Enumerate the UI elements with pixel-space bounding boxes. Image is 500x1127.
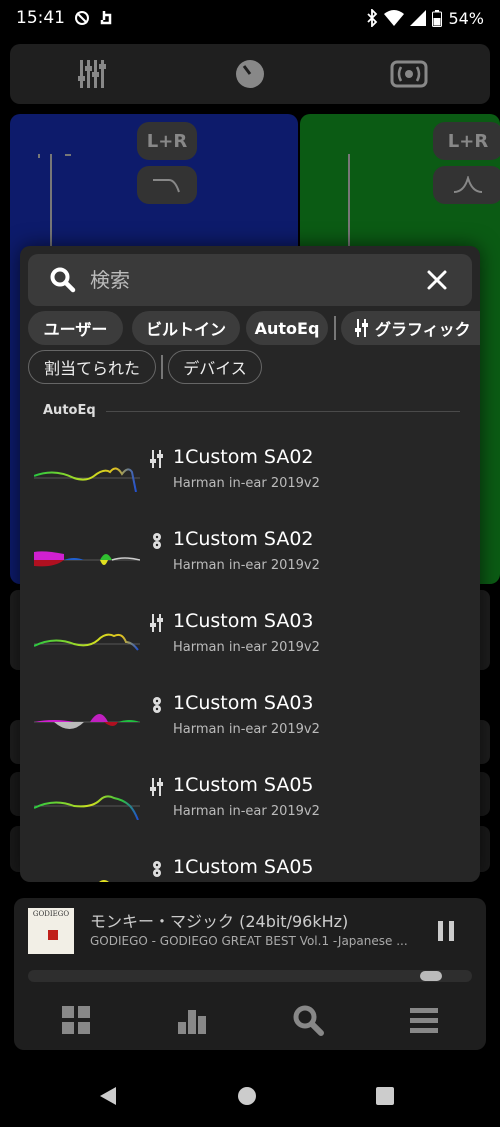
- lowpass-icon: [153, 179, 180, 193]
- search-input[interactable]: [90, 266, 410, 294]
- graphic-eq-icon: [150, 614, 163, 632]
- preset-list-item[interactable]: 1Custom SA03 Harman in-ear 2019v2: [20, 686, 480, 766]
- knob-icon[interactable]: [234, 58, 266, 90]
- parametric-eq-icon: [153, 861, 161, 877]
- chip-separator: [334, 316, 336, 340]
- system-navigation-bar: [0, 1068, 500, 1124]
- preset-list-item[interactable]: 1Custom SA05 Harman in-ear 2019v2: [20, 768, 480, 848]
- track-artist: GODIEGO - GODIEGO GREAT BEST Vol.1 -Japa…: [90, 934, 408, 948]
- preset-picker-dialog: ユーザー ビルトイン AutoEq グラフィック 割当てられた デバイス Aut…: [20, 246, 480, 882]
- graphic-eq-icon: [150, 450, 163, 468]
- recents-icon[interactable]: [375, 1086, 395, 1106]
- preset-subtitle: Harman in-ear 2019v2: [173, 722, 320, 737]
- graphic-eq-icon: [355, 319, 368, 337]
- eq-curve-thumbnail: [34, 551, 140, 567]
- status-time: 15:41: [16, 8, 65, 28]
- grid-icon[interactable]: [60, 1004, 92, 1036]
- mini-player[interactable]: GODIEGO モンキー・マジック (24bit/96kHz) GODIEGO …: [14, 898, 486, 1050]
- preset-subtitle: Harman in-ear 2019v2: [173, 640, 320, 655]
- filter-chips: ユーザー ビルトイン AutoEq グラフィック: [28, 311, 480, 345]
- preset-list-item[interactable]: 1Custom SA02 Harman in-ear 2019v2: [20, 440, 480, 520]
- surround-icon[interactable]: [390, 58, 428, 90]
- preset-title: 1Custom SA03: [173, 610, 314, 632]
- back-icon[interactable]: [98, 1086, 118, 1106]
- preset-title: 1Custom SA02: [173, 528, 314, 550]
- eq-curve-thumbnail: [34, 633, 140, 651]
- eq-curve-thumbnail: [99, 880, 109, 882]
- channel-label-left: L+R: [137, 122, 197, 160]
- chip-device[interactable]: デバイス: [168, 350, 262, 384]
- battery-icon: [432, 9, 443, 27]
- graphic-eq-icon: [150, 778, 163, 796]
- close-icon[interactable]: [426, 269, 448, 291]
- preset-subtitle: Harman in-ear 2019v2: [173, 558, 320, 573]
- preset-subtitle: Harman in-ear 2019v2: [173, 804, 320, 819]
- preset-list-item[interactable]: 1Custom SA02 Harman in-ear 2019v2: [20, 522, 480, 602]
- preset-list-item[interactable]: 1Custom SA03 Harman in-ear 2019v2: [20, 604, 480, 684]
- section-divider: [106, 411, 460, 412]
- battery-percent: 54%: [448, 8, 484, 28]
- bar-chart-icon[interactable]: [176, 1004, 208, 1036]
- sync-icon: [75, 11, 89, 25]
- chip-assigned[interactable]: 割当てられた: [28, 350, 156, 384]
- channel-label-right: L+R: [433, 122, 500, 160]
- search-bar: [28, 254, 472, 306]
- chip-separator-2: [161, 355, 163, 379]
- search-icon: [50, 267, 76, 293]
- filter-lowpass-button: [137, 166, 197, 204]
- bell-filter-icon: [453, 176, 483, 193]
- pause-icon[interactable]: [436, 920, 456, 942]
- bluetooth-icon: [367, 9, 378, 27]
- album-art[interactable]: GODIEGO: [28, 908, 74, 954]
- status-bar: 15:41 54%: [0, 0, 500, 36]
- eq-curve-thumbnail: [34, 714, 140, 729]
- search-icon[interactable]: [292, 1004, 324, 1036]
- preset-subtitle: Harman in-ear 2019v2: [173, 476, 320, 491]
- chip-builtin[interactable]: ビルトイン: [132, 311, 240, 345]
- chip-user[interactable]: ユーザー: [28, 311, 123, 345]
- signal-icon: [410, 10, 427, 26]
- wifi-icon: [384, 10, 405, 26]
- home-icon[interactable]: [237, 1086, 257, 1106]
- album-art-text: GODIEGO: [32, 910, 70, 918]
- section-title: AutoEq: [43, 403, 96, 418]
- chip-autoeq[interactable]: AutoEq: [246, 311, 328, 345]
- preset-list-item[interactable]: 1Custom SA05: [20, 850, 480, 882]
- parametric-eq-icon: [153, 697, 161, 713]
- chip-graphic[interactable]: グラフィック: [341, 311, 480, 345]
- preset-title: 1Custom SA02: [173, 446, 314, 468]
- menu-icon[interactable]: [408, 1004, 440, 1036]
- touch-icon: [100, 11, 112, 25]
- preset-title: 1Custom SA05: [173, 856, 314, 878]
- parametric-eq-icon: [153, 533, 161, 549]
- seek-thumb[interactable]: [420, 971, 443, 981]
- eq-curve-thumbnail: [34, 467, 140, 492]
- eq-curve-thumbnail: [34, 795, 140, 820]
- chip-graphic-label: グラフィック: [375, 320, 471, 339]
- equalizer-sliders-icon[interactable]: [76, 58, 108, 90]
- filter-bell-button: [433, 166, 500, 204]
- track-title: モンキー・マジック (24bit/96kHz): [90, 912, 349, 931]
- preset-title: 1Custom SA05: [173, 774, 314, 796]
- app-toolbar: [10, 44, 490, 104]
- preset-title: 1Custom SA03: [173, 692, 314, 714]
- seek-bar[interactable]: [28, 970, 472, 982]
- filter-chips-secondary: 割当てられた デバイス: [28, 350, 480, 384]
